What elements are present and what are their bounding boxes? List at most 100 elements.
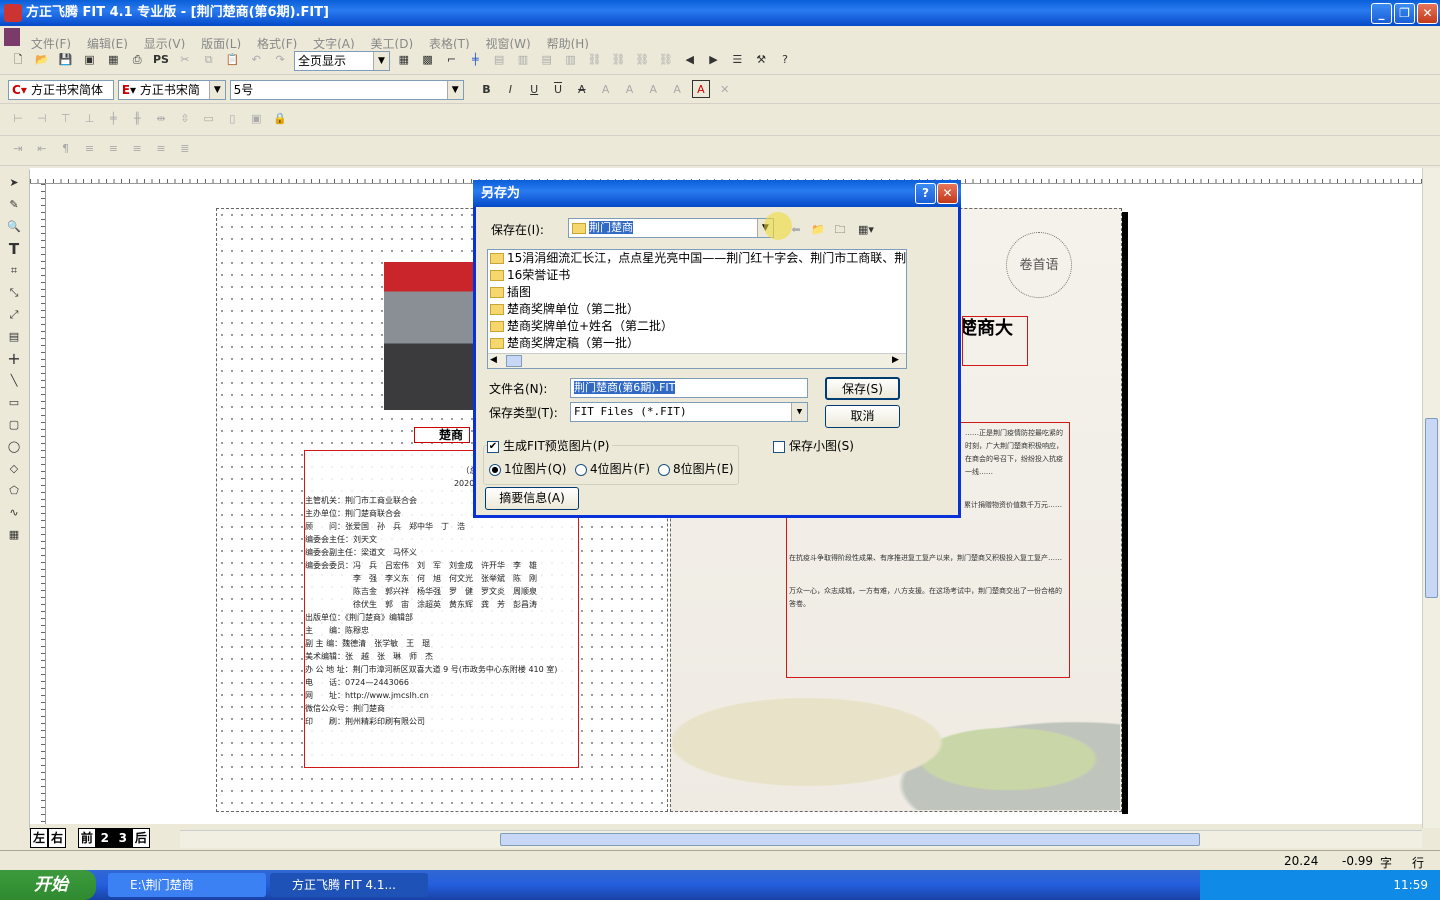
rounded-rect-icon[interactable]: ▢ xyxy=(5,416,23,434)
subscript-icon[interactable]: A xyxy=(668,81,686,99)
bold-icon[interactable]: B xyxy=(477,81,495,99)
align-icon[interactable]: ▤ xyxy=(490,51,508,69)
first-page-button[interactable]: 前 xyxy=(77,828,96,848)
restore-button[interactable]: ❐ xyxy=(1394,3,1415,24)
zoom-select[interactable]: 全页显示 ▼ xyxy=(293,51,390,71)
group-icon[interactable]: ▣ xyxy=(247,110,265,128)
up-folder-icon[interactable]: 📁 xyxy=(809,221,827,239)
grid-icon[interactable]: ▦ xyxy=(395,51,413,69)
page-2-tab[interactable]: 2 xyxy=(95,828,114,848)
dialog-close-button[interactable]: ✕ xyxy=(937,183,958,204)
list-item[interactable]: 16荣誉证书 xyxy=(488,267,906,284)
scroll-right-icon[interactable]: ▶ xyxy=(892,355,899,365)
dialog-help-button[interactable]: ? xyxy=(915,183,936,204)
close-button[interactable]: ✕ xyxy=(1417,3,1438,24)
frame-icon[interactable]: ▤ xyxy=(5,328,23,346)
list-item[interactable]: 楚商奖牌单位（第二批） xyxy=(488,301,906,318)
back-icon[interactable]: ◀ xyxy=(681,51,699,69)
cancel-button[interactable]: 取消 xyxy=(825,405,900,428)
undo-icon[interactable]: ↶ xyxy=(247,51,265,69)
list-icon[interactable]: ☰ xyxy=(728,51,746,69)
indent-icon[interactable]: ⇥ xyxy=(9,140,27,158)
text-right-icon[interactable]: ≡ xyxy=(104,140,122,158)
list-item[interactable]: 15涓涓细流汇长江，点点星光亮中国——荆门红十字会、荆门市工商联、荆 xyxy=(488,250,906,267)
open-icon[interactable]: 📂 xyxy=(33,51,51,69)
right-page-button[interactable]: 右 xyxy=(48,828,66,848)
tools-icon[interactable]: ⚒ xyxy=(752,51,770,69)
align-bottom-obj-icon[interactable]: ⊥ xyxy=(80,110,98,128)
cn-font-select[interactable]: C▾ 方正书宋简体 xyxy=(8,80,114,100)
save-in-select[interactable]: 荆门楚商 ▼ xyxy=(568,218,774,238)
image-icon[interactable]: ▦ xyxy=(104,51,122,69)
diamond-icon[interactable]: ◇ xyxy=(5,460,23,478)
taskbar-fit-app[interactable]: 方正飞腾 FIT 4.1... xyxy=(270,873,428,897)
scroll-left-icon[interactable]: ◀ xyxy=(490,355,497,365)
guide-icon[interactable]: ⌐ xyxy=(442,51,460,69)
table-tool-icon[interactable]: ▦ xyxy=(5,526,23,544)
plus-icon[interactable]: + xyxy=(5,350,23,368)
line-icon[interactable]: ╲ xyxy=(5,372,23,390)
rows-icon[interactable]: ▤ xyxy=(538,51,556,69)
node-select-icon[interactable]: ✎ xyxy=(5,196,23,214)
copy-icon[interactable]: ⧉ xyxy=(200,51,218,69)
chain-icon[interactable]: ⛓ xyxy=(633,51,651,69)
table-grid-icon[interactable]: ▩ xyxy=(419,51,437,69)
split-icon[interactable]: ▥ xyxy=(562,51,580,69)
bezier-icon[interactable]: ∿ xyxy=(5,504,23,522)
chain2-icon[interactable]: ⛓ xyxy=(657,51,675,69)
text-tool-icon[interactable]: T xyxy=(5,240,23,258)
select-arrow-icon[interactable]: ➤ xyxy=(5,174,23,192)
filename-input[interactable]: 荆门楚商(第6期).FIT xyxy=(570,378,808,398)
scroll-thumb[interactable] xyxy=(506,355,522,367)
filetype-select[interactable]: FIT Files (*.FIT) ▼ xyxy=(570,402,808,422)
crop-icon[interactable]: ⌗ xyxy=(5,262,23,280)
font-size-select[interactable]: 5号 ▼ xyxy=(229,80,464,100)
vertical-scrollbar[interactable] xyxy=(1422,168,1440,828)
outline-icon[interactable]: A xyxy=(620,81,638,99)
ps-icon[interactable]: PS xyxy=(152,51,170,69)
shadow-icon[interactable]: A xyxy=(597,81,615,99)
text-left-icon[interactable]: ≡ xyxy=(80,140,98,158)
pdf-icon[interactable]: ▣ xyxy=(80,51,98,69)
text-center-icon[interactable]: ≡ xyxy=(128,140,146,158)
align-right-obj-icon[interactable]: ⊣ xyxy=(33,110,51,128)
para-icon[interactable]: ¶ xyxy=(57,140,75,158)
link-text-icon[interactable]: ⤡ xyxy=(5,284,23,302)
distribute-v-icon[interactable]: ⇳ xyxy=(176,110,194,128)
same-width-icon[interactable]: ▭ xyxy=(200,110,218,128)
list-item[interactable]: 楚商奖牌定稿（第一批） xyxy=(488,335,906,352)
superscript-icon[interactable]: A xyxy=(644,81,662,99)
en-font-select[interactable]: E▾ 方正书宋简 ▼ xyxy=(117,80,226,100)
page-3-tab[interactable]: 3 xyxy=(113,828,132,848)
help-icon[interactable]: ? xyxy=(776,51,794,69)
unlink-icon[interactable]: ⛓ xyxy=(609,51,627,69)
align-left-obj-icon[interactable]: ⊢ xyxy=(9,110,27,128)
ellipse-icon[interactable]: ◯ xyxy=(5,438,23,456)
align-vcenter-icon[interactable]: ╫ xyxy=(128,110,146,128)
text-color-icon[interactable]: A xyxy=(691,80,710,98)
view-menu-icon[interactable]: ▦▾ xyxy=(853,221,879,239)
zoom-icon[interactable]: 🔍 xyxy=(5,218,23,236)
minimize-button[interactable]: _ xyxy=(1371,3,1392,24)
save-icon[interactable]: 💾 xyxy=(57,51,75,69)
align-top-obj-icon[interactable]: ⊤ xyxy=(57,110,75,128)
gen-preview-checkbox[interactable]: ✔ 生成FIT预览图片(P) xyxy=(487,437,613,454)
overline-icon[interactable]: U xyxy=(549,81,567,99)
save-button[interactable]: 保存(S) xyxy=(825,377,900,400)
distribute-h-icon[interactable]: ⇹ xyxy=(152,110,170,128)
hscroll-thumb[interactable] xyxy=(500,833,1200,846)
outdent-icon[interactable]: ⇤ xyxy=(33,140,51,158)
link-icon[interactable]: ⛓ xyxy=(585,51,603,69)
polygon-icon[interactable]: ⬠ xyxy=(5,482,23,500)
print-icon[interactable]: ⎙ xyxy=(128,51,146,69)
unlink-text-icon[interactable]: ⤢ xyxy=(5,306,23,324)
crosshair-icon[interactable]: ╪ xyxy=(466,51,484,69)
horizontal-scrollbar[interactable] xyxy=(180,830,1422,848)
list-item[interactable]: 楚商奖牌单位+姓名（第二批） xyxy=(488,318,906,335)
italic-icon[interactable]: I xyxy=(501,81,519,99)
forward-icon[interactable]: ▶ xyxy=(705,51,723,69)
bit1-radio[interactable]: ● 1位图片(Q) xyxy=(489,460,566,477)
cover-photo[interactable] xyxy=(384,262,474,410)
strikethrough-icon[interactable]: A xyxy=(573,81,591,99)
list-item[interactable]: 插图 xyxy=(488,284,906,301)
